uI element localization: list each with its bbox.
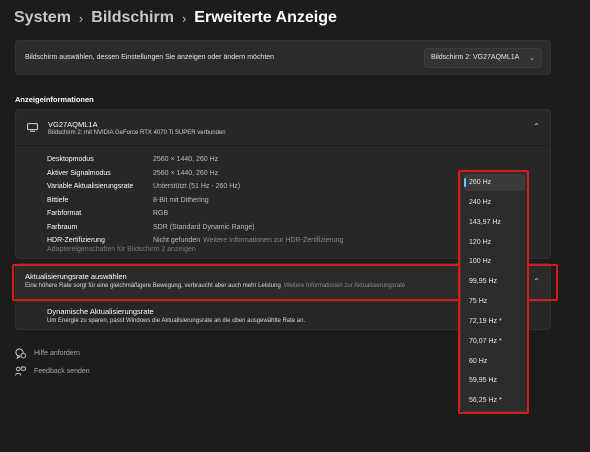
help-link[interactable]: Hilfe anfordern — [15, 348, 80, 359]
refresh-option[interactable]: 70,07 Hz * — [464, 333, 525, 350]
info-key: Bittiefe — [47, 196, 69, 204]
monitor-icon — [27, 123, 38, 132]
refresh-option[interactable]: 143,97 Hz — [464, 214, 525, 231]
info-row: Desktopmodus 2560 × 1440, 260 Hz — [47, 153, 343, 167]
info-key: Farbformat — [47, 210, 82, 218]
info-value: 2560 × 1440, 260 Hz — [153, 156, 219, 164]
hdr-info-link[interactable]: Weitere Informationen zur HDR-Zertifizie… — [203, 237, 343, 244]
refresh-option[interactable]: 99,95 Hz — [464, 273, 525, 290]
chevron-up-icon[interactable]: ⌃ — [533, 122, 540, 131]
breadcrumb: System › Bildschirm › Erweiterte Anzeige — [14, 9, 337, 27]
info-row: Variable Aktualisierungsrate Unterstützt… — [47, 180, 343, 194]
help-icon — [15, 348, 26, 359]
page-title: Erweiterte Anzeige — [194, 9, 337, 26]
info-value: Nicht gefunden — [153, 237, 201, 245]
refresh-option[interactable]: 240 Hz — [464, 194, 525, 211]
info-value: SDR (Standard Dynamic Range) — [153, 223, 255, 231]
info-key: Aktiver Signalmodus — [47, 169, 111, 177]
monitor-subtitle: Bildschirm 2: mit NVIDIA GeForce RTX 407… — [48, 130, 226, 136]
dynamic-refresh-description: Um Energie zu sparen, passt Windows die … — [47, 318, 306, 324]
chevron-down-icon: ⌄ — [529, 54, 535, 62]
info-value: 2560 × 1440, 260 Hz — [153, 169, 219, 177]
info-row: Farbformat RGB — [47, 207, 343, 221]
display-select-value: Bildschirm 2: VG27AQML1A — [431, 54, 520, 61]
breadcrumb-system[interactable]: System — [14, 9, 71, 27]
breadcrumb-bildschirm[interactable]: Bildschirm — [91, 9, 174, 27]
display-select-label: Bildschirm auswählen, dessen Einstellung… — [25, 54, 275, 61]
chevron-up-icon[interactable]: ⌃ — [533, 277, 540, 286]
section-title: Anzeigeinformationen — [15, 95, 94, 104]
info-rows: Desktopmodus 2560 × 1440, 260 Hz Aktiver… — [47, 153, 343, 248]
info-key: Farbraum — [47, 223, 78, 231]
info-value: Unterstützt (51 Hz - 260 Hz) — [153, 183, 241, 191]
refresh-option[interactable]: 100 Hz — [464, 253, 525, 270]
refresh-option[interactable]: 59,95 Hz — [464, 372, 525, 389]
help-label: Hilfe anfordern — [34, 350, 80, 357]
refresh-rate-description-text: Eine höhere Rate sorgt für eine gleichmä… — [25, 283, 281, 289]
chevron-right-icon: › — [78, 10, 84, 26]
refresh-option[interactable]: 120 Hz — [464, 234, 525, 251]
info-row: Bittiefe 8-Bit mit Dithering — [47, 194, 343, 208]
refresh-rate-dropdown[interactable]: 260 Hz 240 Hz 143,97 Hz 120 Hz 100 Hz 99… — [460, 171, 528, 412]
refresh-option[interactable]: 72,19 Hz * — [464, 313, 525, 330]
refresh-rate-title: Aktualisierungsrate auswählen — [25, 272, 127, 281]
info-key: Variable Aktualisierungsrate — [47, 183, 134, 191]
display-info-header[interactable]: VG27AQML1A Bildschirm 2: mit NVIDIA GeFo… — [16, 110, 550, 146]
info-key: Desktopmodus — [47, 156, 94, 164]
info-row: Farbraum SDR (Standard Dynamic Range) — [47, 221, 343, 235]
adapter-properties-link[interactable]: Adaptereigenschaften für Bildschirm 2 an… — [47, 246, 196, 253]
info-key: HDR-Zertifizierung — [47, 237, 105, 245]
refresh-option[interactable]: 60 Hz — [464, 353, 525, 370]
display-select-combo[interactable]: Bildschirm 2: VG27AQML1A ⌄ — [424, 47, 542, 68]
refresh-rate-info-link[interactable]: Weitere Informationen zur Aktualisierung… — [284, 283, 405, 289]
feedback-link[interactable]: Feedback senden — [15, 366, 90, 377]
monitor-name: VG27AQML1A — [48, 120, 98, 129]
refresh-option[interactable]: 56,25 Hz * — [464, 392, 525, 409]
display-select-card: Bildschirm auswählen, dessen Einstellung… — [15, 40, 551, 75]
feedback-icon — [15, 366, 26, 376]
info-value: 8-Bit mit Dithering — [153, 196, 209, 204]
dynamic-refresh-title: Dynamische Aktualisierungsrate — [47, 307, 154, 316]
feedback-label: Feedback senden — [34, 368, 90, 375]
refresh-rate-description: Eine höhere Rate sorgt für eine gleichmä… — [25, 283, 405, 289]
info-value: RGB — [153, 210, 169, 218]
info-row: Aktiver Signalmodus 2560 × 1440, 260 Hz — [47, 167, 343, 181]
refresh-option[interactable]: 75 Hz — [464, 293, 525, 310]
chevron-right-icon: › — [181, 10, 187, 26]
refresh-option[interactable]: 260 Hz — [464, 174, 525, 191]
